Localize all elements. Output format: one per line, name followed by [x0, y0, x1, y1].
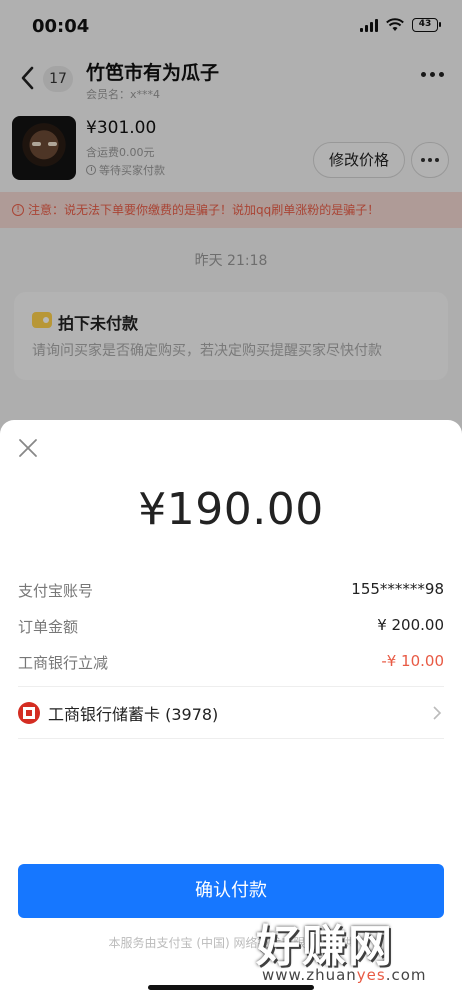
watermark-logo: 好赚网 www.zhuanyes.com — [256, 910, 446, 990]
row-label: 工商银行立减 — [18, 654, 109, 672]
row-value: ¥ 200.00 — [377, 616, 444, 634]
row-value: 155******98 — [351, 580, 444, 598]
row-value: -¥ 10.00 — [381, 652, 444, 670]
alipay-account-row: 支付宝账号 155******98 — [18, 580, 444, 602]
chevron-right-icon — [433, 706, 442, 720]
row-label: 订单金额 — [18, 618, 79, 636]
close-icon[interactable] — [18, 438, 38, 458]
payment-method-row[interactable]: 工商银行储蓄卡 (3978) — [18, 698, 444, 728]
payment-amount: ¥190.00 — [138, 484, 324, 535]
divider — [18, 686, 444, 687]
watermark-url: www.zhuanyes.com — [262, 966, 427, 984]
discount-row: 工商银行立减 -¥ 10.00 — [18, 652, 444, 674]
order-amount-row: 订单金额 ¥ 200.00 — [18, 616, 444, 638]
icbc-bank-icon — [18, 702, 40, 724]
divider — [18, 738, 444, 739]
bank-card-label: 工商银行储蓄卡 (3978) — [48, 705, 219, 724]
row-label: 支付宝账号 — [18, 582, 94, 600]
watermark-main: 好赚网 — [256, 921, 394, 972]
